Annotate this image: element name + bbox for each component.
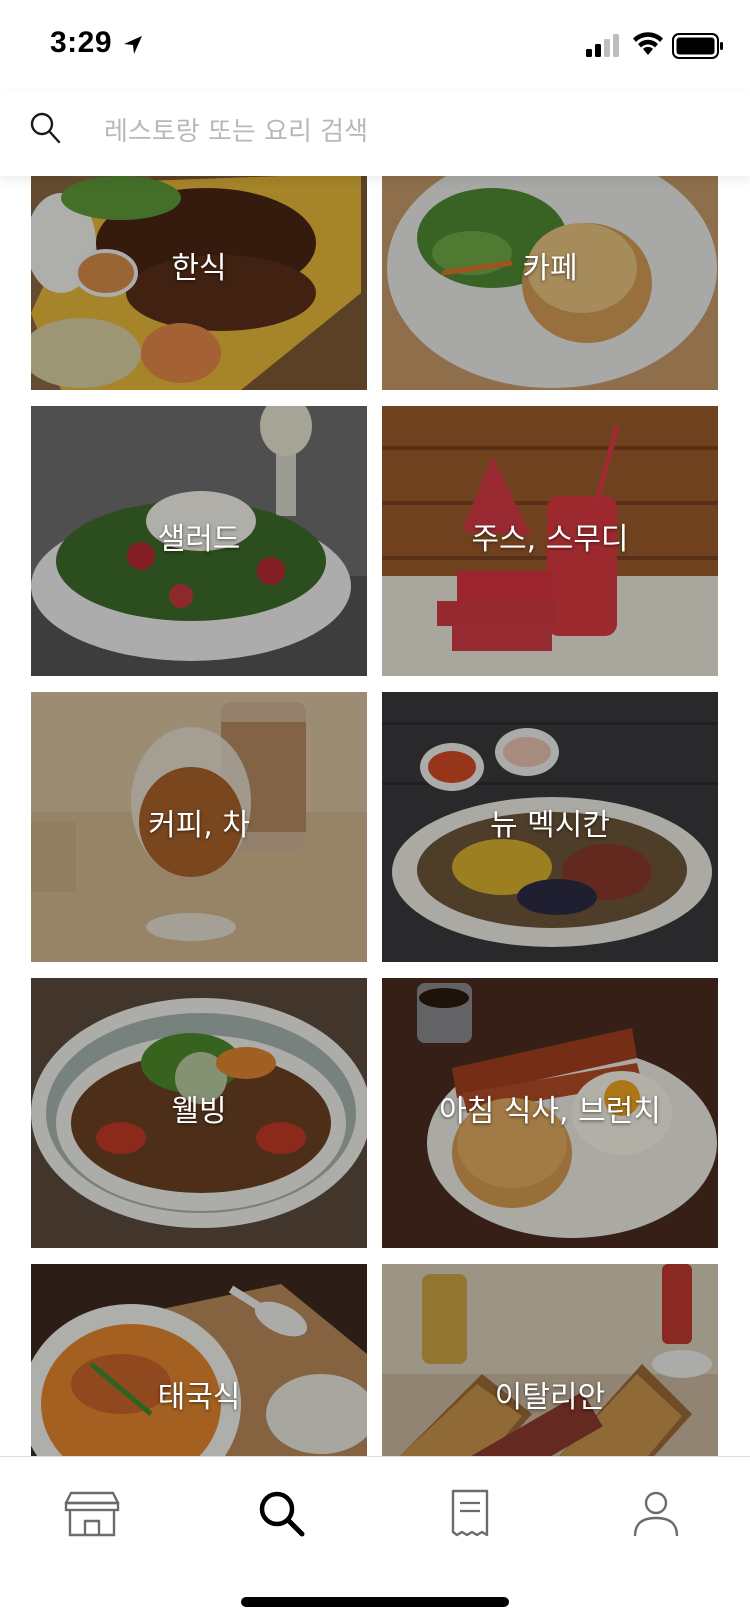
category-label: 커피, 차 xyxy=(148,808,250,843)
category-label: 한식 xyxy=(171,251,227,286)
category-label: 주스, 스무디 xyxy=(471,522,629,557)
tile-shade xyxy=(382,1264,718,1456)
category-tile-coffee[interactable]: 커피, 차 xyxy=(31,692,367,962)
tab-home[interactable] xyxy=(52,1479,132,1549)
search-input[interactable] xyxy=(102,108,706,156)
category-label: 웰빙 xyxy=(171,1094,227,1129)
status-bar: 3:29 xyxy=(0,0,750,90)
category-tile-italian[interactable]: 이탈리안 xyxy=(382,1264,718,1456)
category-label: 태국식 xyxy=(157,1380,241,1415)
category-label: 뉴 멕시칸 xyxy=(490,808,610,843)
receipt-icon xyxy=(451,1489,489,1537)
search-icon[interactable] xyxy=(30,112,62,146)
category-tile-juice[interactable]: 주스, 스무디 xyxy=(382,406,718,676)
category-tile-salad[interactable]: 샐러드 xyxy=(31,406,367,676)
wifi-icon xyxy=(633,32,663,55)
category-tile-wellbeing[interactable]: 웰빙 xyxy=(31,978,367,1248)
category-label: 아침 식사, 브런치 xyxy=(439,1094,661,1129)
tile-shade xyxy=(31,1264,367,1456)
tab-orders[interactable] xyxy=(430,1479,510,1549)
category-tile-brunch[interactable]: 아침 식사, 브런치 xyxy=(382,978,718,1248)
home-indicator[interactable] xyxy=(241,1597,509,1607)
category-grid: 한식 카페 샐러드 주스, 스무디 커피, 차 뉴 멕시칸 웰빙 아침 식사, … xyxy=(0,176,750,1456)
category-label: 이탈리안 xyxy=(494,1380,606,1415)
signal-icon xyxy=(586,34,619,57)
status-time: 3:29 xyxy=(50,26,113,59)
person-icon xyxy=(633,1491,679,1537)
battery-icon xyxy=(672,33,723,59)
category-tile-mexican[interactable]: 뉴 멕시칸 xyxy=(382,692,718,962)
storefront-icon xyxy=(64,1491,120,1537)
category-tile-thai[interactable]: 태국식 xyxy=(31,1264,367,1456)
category-tile-korean[interactable]: 한식 xyxy=(31,176,367,390)
category-label: 샐러드 xyxy=(157,522,241,557)
tab-search[interactable] xyxy=(242,1479,322,1549)
category-tile-cafe[interactable]: 카페 xyxy=(382,176,718,390)
tab-account[interactable] xyxy=(616,1479,696,1549)
category-label: 카페 xyxy=(522,251,578,286)
search-icon xyxy=(259,1491,305,1537)
location-arrow-icon xyxy=(124,36,142,54)
search-bar xyxy=(0,90,750,176)
